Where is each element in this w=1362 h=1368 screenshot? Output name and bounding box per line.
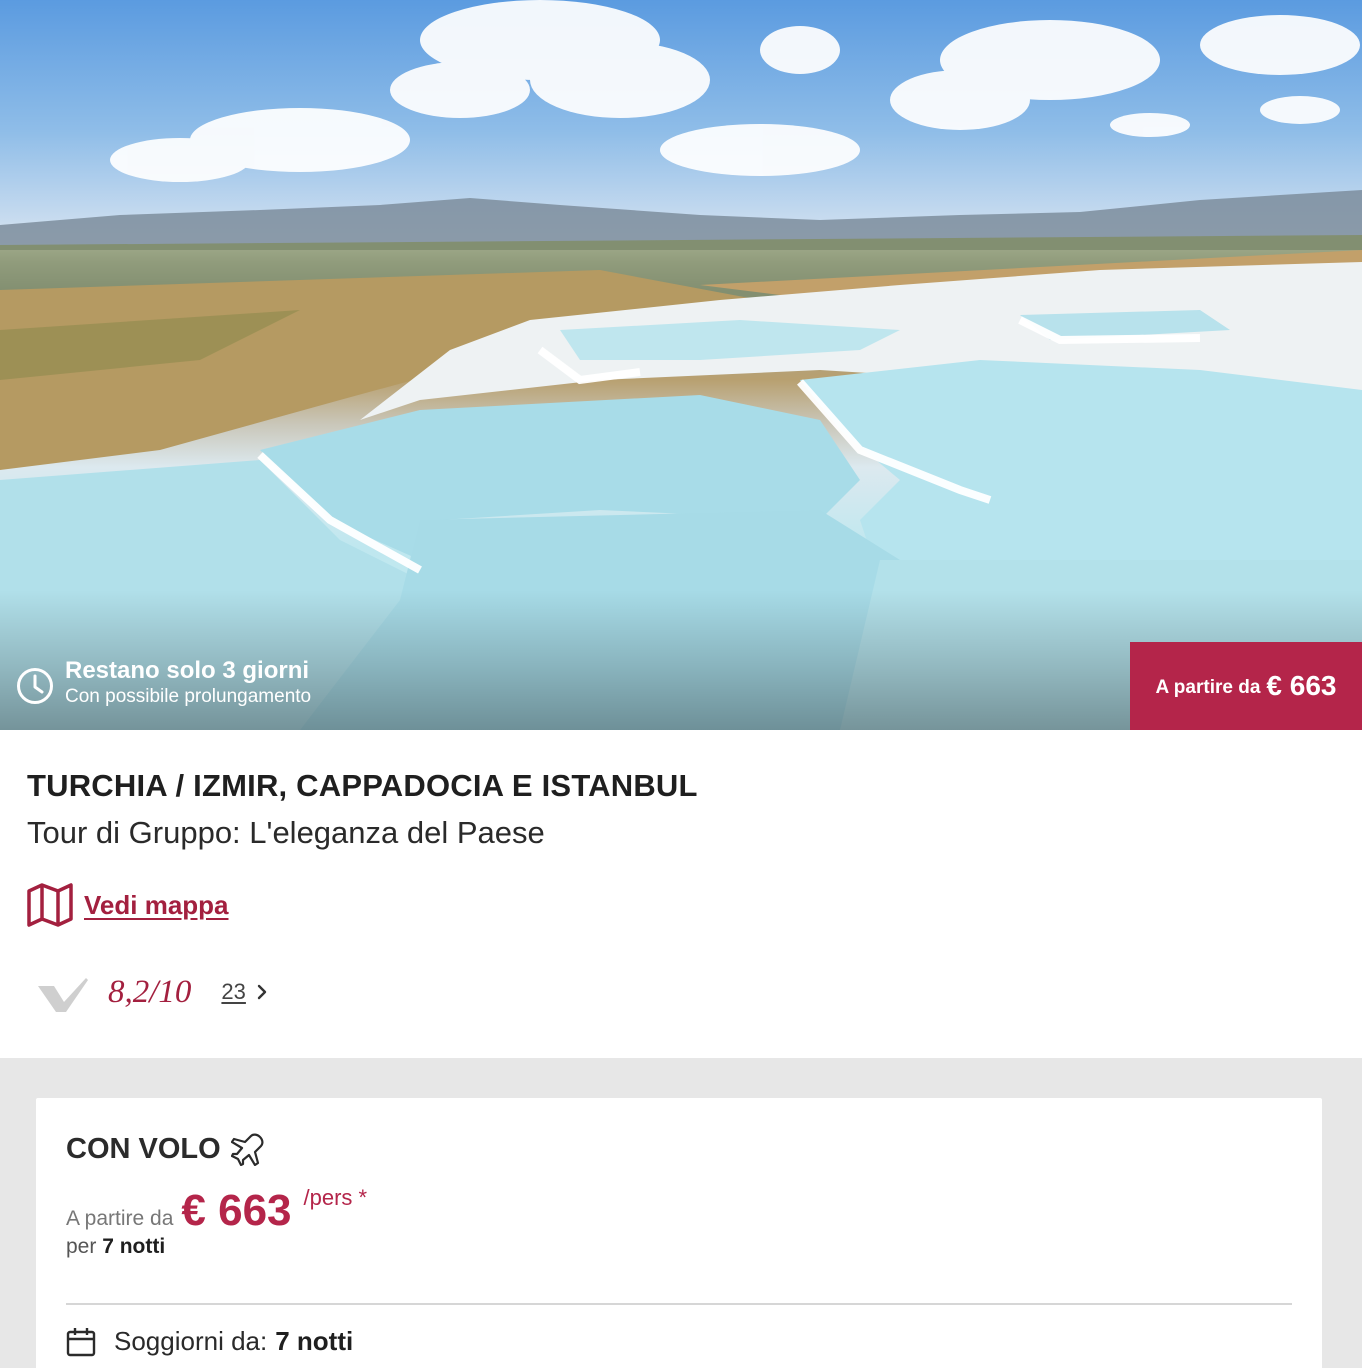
offer-title: CON VOLO bbox=[66, 1132, 265, 1166]
trip-subtitle: Tour di Gruppo: L'eleganza del Paese bbox=[27, 815, 545, 850]
hero-image[interactable]: Restano solo 3 giorni Con possibile prol… bbox=[0, 0, 1362, 730]
map-icon bbox=[27, 883, 73, 927]
countdown-text: Restano solo 3 giorni Con possibile prol… bbox=[65, 656, 311, 708]
countdown-banner: Restano solo 3 giorni Con possibile prol… bbox=[16, 656, 311, 708]
stay-value: 7 notti bbox=[275, 1326, 354, 1356]
chevron-right-icon bbox=[257, 984, 267, 1000]
offer-title-text: CON VOLO bbox=[66, 1132, 221, 1165]
trip-title[interactable]: TURCHIA / IZMIR, CAPPADOCIA E ISTANBUL bbox=[27, 768, 698, 804]
offer-nights: per 7 notti bbox=[66, 1235, 165, 1259]
stay-label: Soggiorni da: bbox=[114, 1326, 268, 1356]
offer-card-with-flight[interactable]: CON VOLO A partire da € 663 /pers * per … bbox=[36, 1098, 1322, 1368]
countdown-main-text: Restano solo 3 giorni bbox=[65, 657, 310, 684]
offer-from-label: A partire da bbox=[66, 1207, 174, 1230]
price-badge: A partire da € 663 bbox=[1130, 642, 1362, 730]
view-map-link[interactable]: Vedi mappa bbox=[26, 882, 229, 928]
offer-nights-value: 7 notti bbox=[102, 1235, 166, 1258]
offer-divider bbox=[66, 1303, 1292, 1305]
clock-icon bbox=[17, 668, 53, 704]
calendar-icon bbox=[66, 1327, 96, 1356]
view-map-label: Vedi mappa bbox=[84, 889, 229, 920]
stay-duration-row: Soggiorni da: 7 notti bbox=[66, 1326, 353, 1357]
countdown-sub-text: Con possibile prolungamento bbox=[65, 686, 312, 707]
rating-logo-icon bbox=[38, 978, 88, 1012]
offer-price-amount: € 663 bbox=[181, 1186, 292, 1235]
rating-row: 8,2/10 23 bbox=[36, 972, 270, 1012]
offer-per-label: per bbox=[66, 1235, 97, 1258]
offer-price-row: A partire da € 663 /pers * bbox=[66, 1185, 368, 1236]
rating-score: 8,2/10 bbox=[108, 973, 192, 1010]
offer-per-person: /pers * bbox=[303, 1185, 368, 1210]
reviews-link[interactable]: 23 bbox=[221, 979, 269, 1005]
reviews-count: 23 bbox=[221, 979, 246, 1004]
price-badge-label: A partire da bbox=[1155, 677, 1261, 698]
price-badge-amount: € 663 bbox=[1266, 670, 1337, 701]
plane-icon bbox=[230, 1133, 264, 1166]
